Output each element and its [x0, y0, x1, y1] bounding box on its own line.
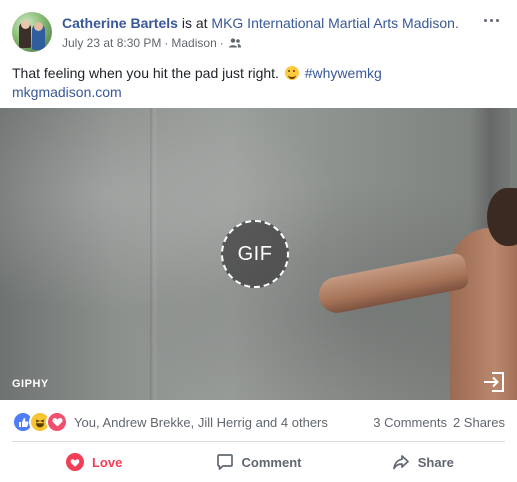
comments-count[interactable]: 3 Comments	[373, 415, 447, 430]
engagement-counts: 3 Comments 2 Shares	[373, 415, 505, 430]
post-meta: July 23 at 8:30 PM · Madison ·	[62, 36, 459, 50]
share-label: Share	[417, 454, 454, 470]
share-button[interactable]: Share	[341, 446, 505, 478]
gif-media[interactable]: GIF GIPHY	[0, 108, 517, 400]
love-button[interactable]: Love	[12, 446, 176, 478]
reaction-icons[interactable]	[12, 411, 68, 433]
hashtag-link[interactable]: #whywemkg	[305, 65, 382, 81]
meta-separator-2: ·	[219, 36, 224, 50]
more-dot-icon	[495, 18, 499, 22]
person-arm	[315, 252, 471, 316]
post-date[interactable]: July 23 at 8:30 PM	[62, 36, 161, 50]
post-message: That feeling when you hit the pad just r…	[12, 65, 279, 81]
winking-face-icon	[284, 66, 299, 80]
gif-play-button[interactable]: GIF	[221, 220, 289, 288]
author-avatar[interactable]	[12, 12, 52, 52]
website-link[interactable]: mkgmadison.com	[12, 83, 382, 102]
reaction-names[interactable]: You, Andrew Brekke, Jill Herrig and 4 ot…	[74, 415, 328, 430]
reactions-bar: You, Andrew Brekke, Jill Herrig and 4 ot…	[12, 411, 505, 433]
meta-separator: ·	[164, 36, 169, 50]
header-line: Catherine Bartels is at MKG Internationa…	[62, 14, 459, 32]
love-reaction-icon	[46, 411, 68, 433]
post-body: That feeling when you hit the pad just r…	[12, 64, 382, 102]
open-external-icon[interactable]	[483, 372, 505, 392]
author-name[interactable]: Catherine Bartels	[62, 15, 178, 31]
at-text: is at	[177, 15, 212, 31]
action-bar: Love Comment Share	[12, 446, 505, 478]
comment-button[interactable]: Comment	[176, 446, 340, 478]
post-header: Catherine Bartels is at MKG Internationa…	[12, 12, 505, 56]
share-arrow-icon	[392, 455, 409, 470]
more-dot-icon	[483, 18, 487, 22]
divider	[12, 441, 505, 442]
heart-icon	[65, 453, 84, 471]
friends-icon[interactable]	[228, 38, 241, 48]
giphy-attribution[interactable]: GIPHY	[12, 378, 49, 390]
comment-icon	[216, 454, 233, 470]
shares-count[interactable]: 2 Shares	[453, 415, 505, 430]
love-label: Love	[91, 454, 123, 470]
comment-label: Comment	[241, 454, 302, 470]
post-card: Catherine Bartels is at MKG Internationa…	[0, 0, 517, 482]
place-link[interactable]: MKG International Martial Arts Madison.	[211, 15, 458, 31]
more-dot-icon	[489, 18, 493, 22]
post-location[interactable]: Madison	[171, 36, 216, 50]
post-text-line: That feeling when you hit the pad just r…	[12, 64, 382, 83]
more-options-button[interactable]	[479, 12, 503, 28]
header-text: Catherine Bartels is at MKG Internationa…	[62, 14, 459, 50]
